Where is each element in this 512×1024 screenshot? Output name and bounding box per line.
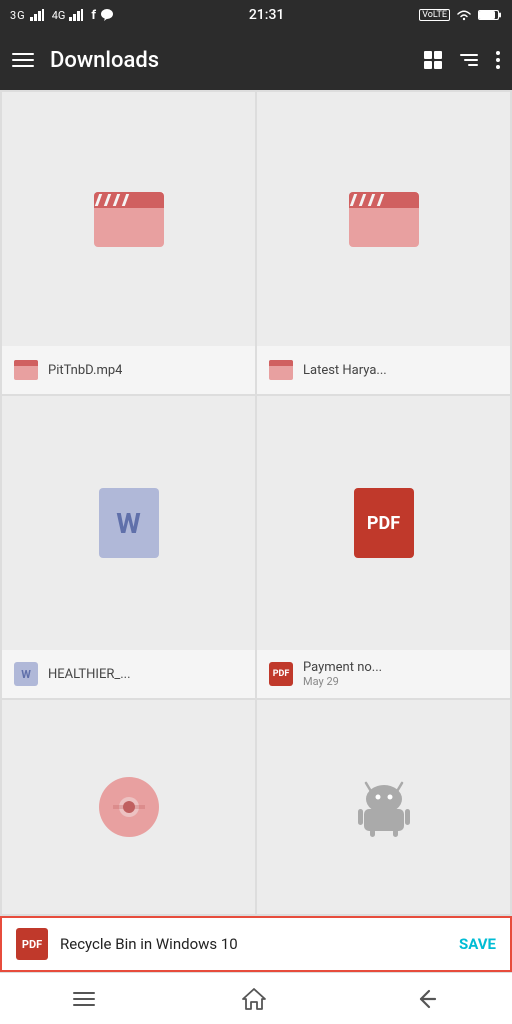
snackbar-pdf-icon: PDF: [16, 928, 48, 960]
file-info: PitTnbD.mp4: [2, 346, 255, 394]
snackbar: PDF Recycle Bin in Windows 10 SAVE: [0, 916, 512, 972]
file-name: PitTnbD.mp4: [48, 363, 122, 378]
file-name: Latest Harya...: [303, 363, 387, 378]
file-type-icon: PDF: [267, 660, 295, 688]
file-preview: [2, 92, 255, 346]
back-button[interactable]: [413, 986, 439, 1012]
more-options-button[interactable]: [496, 51, 500, 69]
snackbar-text: Recycle Bin in Windows 10: [60, 935, 447, 953]
status-right: VoLTE: [419, 9, 502, 21]
video-icon-small: [14, 360, 38, 380]
file-type-icon: [267, 356, 295, 384]
file-grid: PitTnbD.mp4 Latest Harya...: [0, 90, 512, 916]
file-preview: [2, 700, 255, 914]
sort-button[interactable]: [460, 54, 478, 66]
file-card[interactable]: PDF PDF Payment no... May 29: [257, 396, 510, 698]
file-card[interactable]: [257, 700, 510, 914]
pdf-preview-icon: PDF: [354, 488, 414, 558]
signal-3g: 3G: [10, 9, 26, 22]
facebook-icon: f: [91, 8, 96, 23]
video-icon-small: [269, 360, 293, 380]
home-button[interactable]: [241, 986, 267, 1012]
file-name-wrap: HEALTHIER_...: [48, 667, 131, 682]
file-type-icon: W: [12, 660, 40, 688]
message-icon: [100, 8, 114, 22]
file-name-wrap: Payment no... May 29: [303, 660, 382, 688]
file-info: W HEALTHIER_...: [2, 650, 255, 698]
image-icon: [113, 791, 145, 823]
status-left: 3G 4G f: [10, 8, 114, 23]
grid-view-button[interactable]: [424, 51, 442, 69]
status-time: 21:31: [249, 7, 285, 23]
file-card[interactable]: W W HEALTHIER_...: [2, 396, 255, 698]
app-header: Downloads: [0, 30, 512, 90]
volte-icon: VoLTE: [419, 9, 450, 21]
file-name-wrap: Latest Harya...: [303, 363, 387, 378]
file-info: PDF Payment no... May 29: [257, 650, 510, 698]
file-name: HEALTHIER_...: [48, 667, 131, 682]
file-card[interactable]: [2, 700, 255, 914]
pdf-icon-small: PDF: [269, 662, 293, 686]
header-actions: [424, 51, 500, 69]
file-info: Latest Harya...: [257, 346, 510, 394]
snackbar-save-button[interactable]: SAVE: [459, 935, 496, 953]
bottom-nav: [0, 972, 512, 1024]
file-preview: [257, 92, 510, 346]
battery-icon: [478, 9, 502, 21]
signal-bars-2: [69, 9, 83, 21]
file-card[interactable]: PitTnbD.mp4: [2, 92, 255, 394]
word-icon-small: W: [14, 662, 38, 686]
page-title: Downloads: [50, 48, 408, 73]
bottom-menu-button[interactable]: [73, 992, 95, 1006]
signal-bars-1: [30, 9, 44, 21]
android-preview-icon: [354, 777, 414, 837]
file-card[interactable]: Latest Harya...: [257, 92, 510, 394]
signal-4g: 4G: [52, 9, 66, 22]
file-type-icon: [12, 356, 40, 384]
wifi-icon: [456, 9, 472, 21]
file-preview: [257, 700, 510, 914]
file-preview: W: [2, 396, 255, 650]
file-date: May 29: [303, 675, 382, 688]
video-preview-icon: [94, 192, 164, 247]
file-name: Payment no...: [303, 660, 382, 675]
image-preview-icon: [99, 777, 159, 837]
file-preview: PDF: [257, 396, 510, 650]
video-preview-icon: [349, 192, 419, 247]
android-icon: [356, 777, 412, 837]
word-preview-icon: W: [99, 488, 159, 558]
menu-button[interactable]: [12, 53, 34, 67]
status-bar: 3G 4G f 21:31 VoLTE: [0, 0, 512, 30]
file-name-wrap: PitTnbD.mp4: [48, 363, 122, 378]
